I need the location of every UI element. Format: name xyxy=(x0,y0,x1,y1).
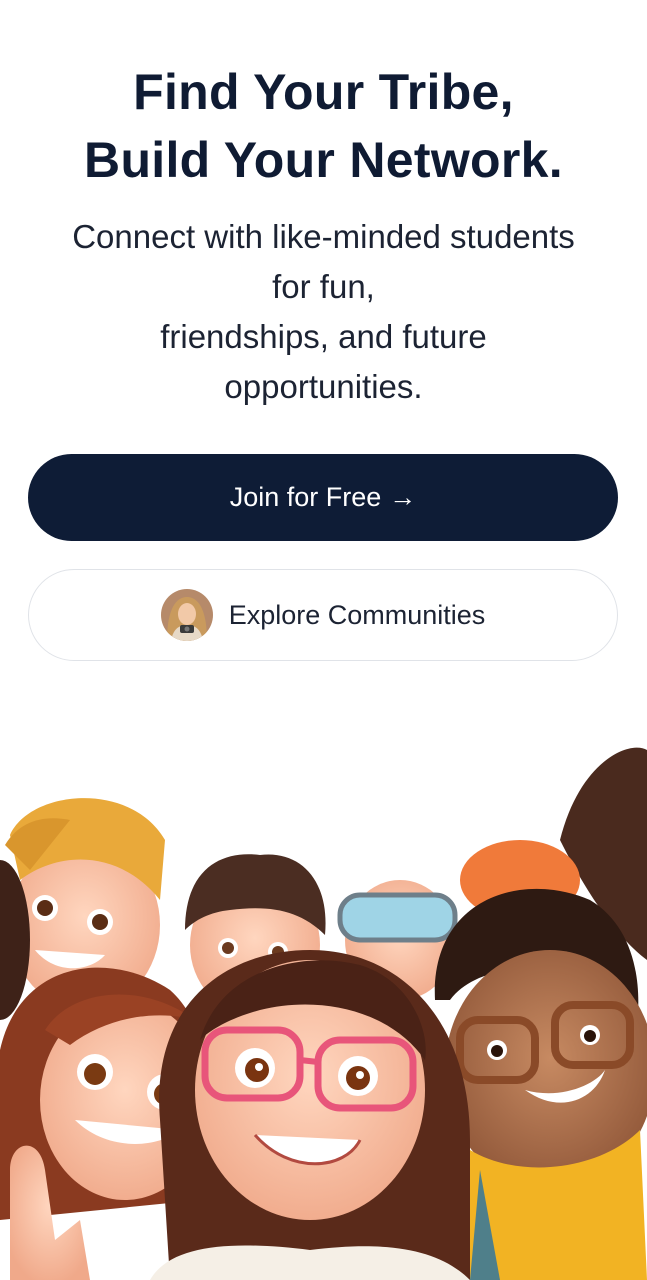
subtitle-line-3: friendships, and future xyxy=(160,318,487,355)
user-avatar xyxy=(160,589,213,641)
page-title: Find Your Tribe, Build Your Network. xyxy=(0,58,647,194)
arrow-right-icon: → xyxy=(389,482,417,512)
explore-communities-button[interactable]: Explore Communities xyxy=(28,569,618,661)
hero-section: Find Your Tribe, Build Your Network. Con… xyxy=(0,0,647,700)
join-button-label: Join for Free xyxy=(229,482,382,512)
subtitle-line-1: Connect with like-minded students xyxy=(72,218,575,255)
subtitle-line-4: opportunities. xyxy=(224,368,423,405)
students-group-illustration xyxy=(0,700,647,1280)
explore-button-label: Explore Communities xyxy=(228,599,486,630)
headline-line-2: Build Your Network. xyxy=(84,132,563,188)
hero-subtitle: Connect with like-minded students for fu… xyxy=(20,212,627,412)
join-for-free-button[interactable]: Join for Free → xyxy=(28,454,618,541)
headline-line-1: Find Your Tribe, xyxy=(133,64,514,120)
subtitle-line-2: for fun, xyxy=(272,268,375,305)
